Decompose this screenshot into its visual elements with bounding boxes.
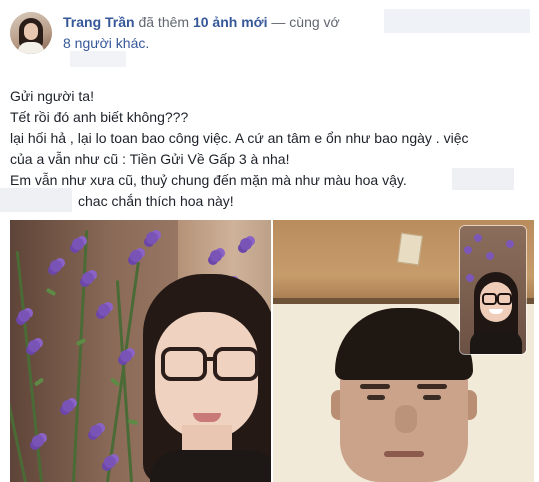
author-name-link[interactable]: Trang Trần — [63, 14, 135, 30]
redacted-area — [0, 188, 72, 212]
post-header: Trang Trần đã thêm 10 ảnh mới — cùng vớ — [63, 14, 340, 30]
redacted-area — [384, 9, 530, 33]
post-text-line: Gửi người ta! — [10, 88, 94, 104]
photo-woman-with-flowers[interactable] — [10, 220, 271, 482]
redacted-area — [452, 168, 514, 190]
post-text: Gửi người ta! Tết rồi đó anh biết không?… — [10, 86, 525, 212]
video-call-thumbnail — [460, 226, 526, 354]
post-text-line: của a vẫn như cũ : Tiền Gửi Về Gấp 3 à n… — [10, 151, 290, 167]
photo-video-call[interactable] — [273, 220, 534, 482]
post-text-line: lại hối hả , lại lo toan bao công việc. … — [10, 130, 469, 146]
post-text-line: Em vẫn như xưa cũ, thuỷ chung đến mặn mà… — [10, 172, 407, 188]
photo-count-link[interactable]: 10 ảnh mới — [193, 14, 268, 30]
post-text-line: Tết rồi đó anh biết không??? — [10, 109, 189, 125]
redacted-area — [70, 51, 126, 67]
action-text: đã thêm — [138, 14, 190, 30]
post-text-line: chac chắn thích hoa này! — [78, 193, 234, 209]
tagged-others-link[interactable]: 8 người khác. — [63, 35, 149, 51]
facebook-post: Trang Trần đã thêm 10 ảnh mới — cùng vớ … — [0, 0, 539, 482]
author-avatar[interactable] — [10, 12, 52, 54]
with-text: — cùng vớ — [271, 14, 340, 30]
